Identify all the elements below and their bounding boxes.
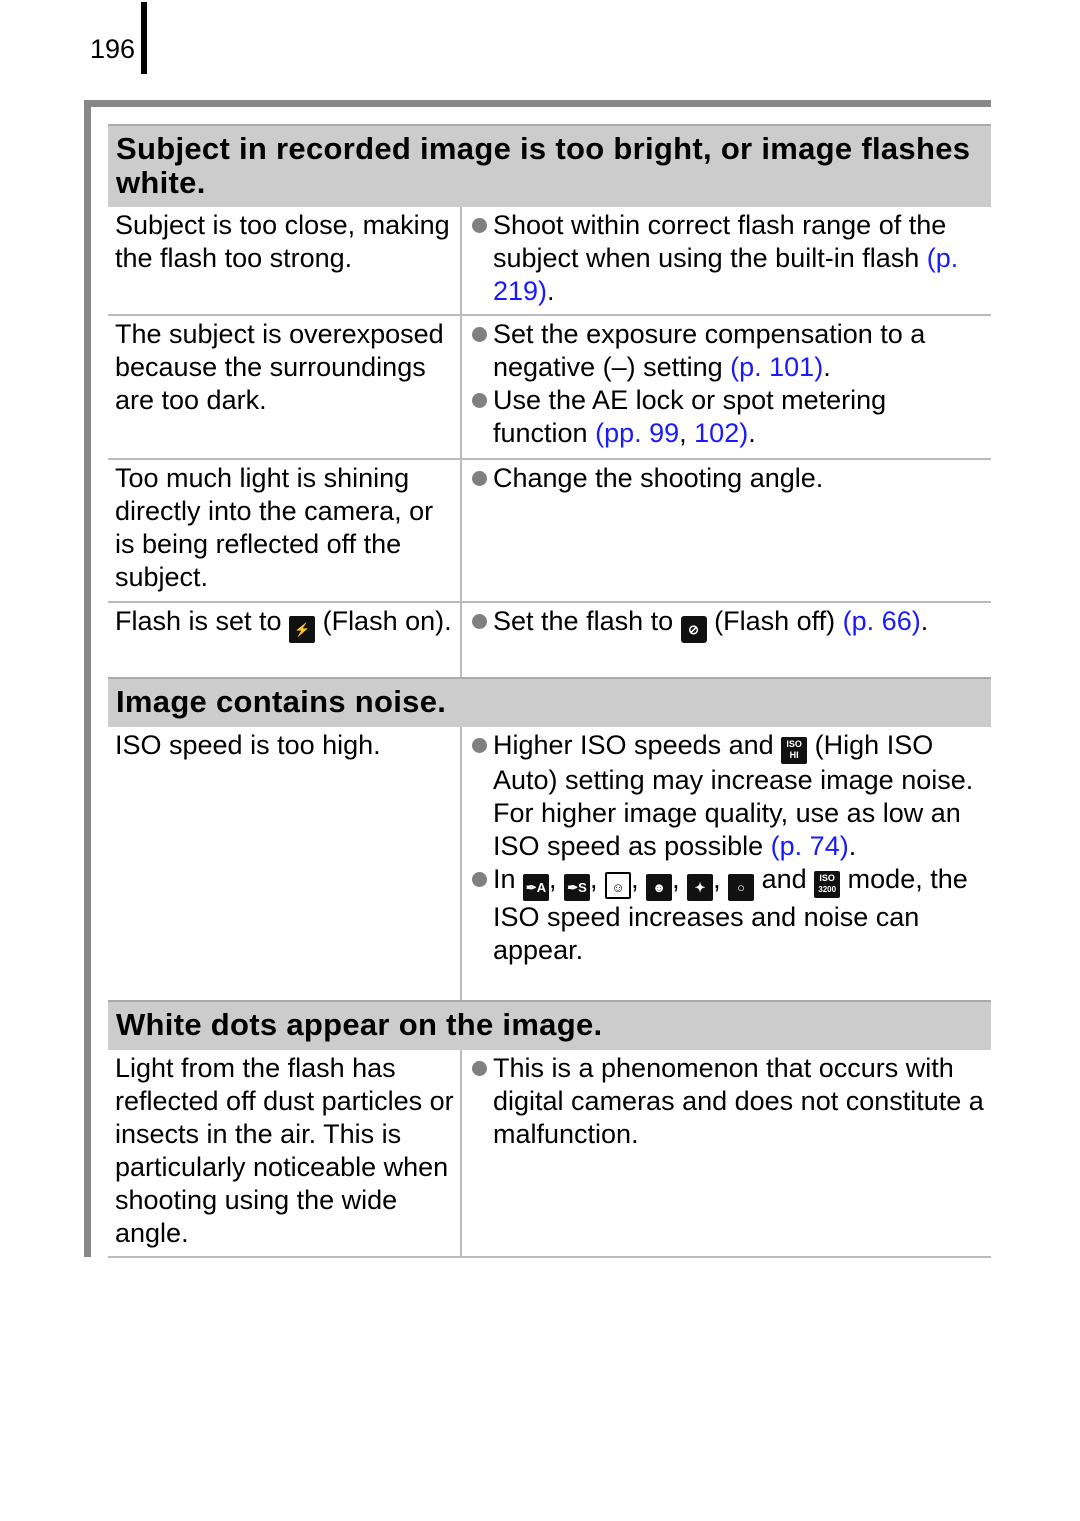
bullet-icon bbox=[472, 738, 487, 753]
cause-cell: ISO speed is too high. bbox=[108, 727, 462, 1000]
solution-text: and bbox=[754, 864, 815, 894]
punctuation: , bbox=[679, 418, 695, 448]
bullet-icon bbox=[472, 614, 487, 629]
solution-text: Shoot within correct flash range of the … bbox=[493, 210, 947, 273]
party-icon: ✦ bbox=[687, 874, 714, 901]
section-heading-too-bright: Subject in recorded image is too bright,… bbox=[108, 124, 991, 207]
frame-left-bar bbox=[84, 100, 91, 1257]
solution-item: This is a phenomenon that occurs with di… bbox=[472, 1052, 985, 1151]
icon-label: A bbox=[536, 880, 547, 895]
bullet-icon bbox=[472, 218, 487, 233]
solution-text: Change the shooting angle. bbox=[493, 463, 824, 493]
solution-item: Shoot within correct flash range of the … bbox=[472, 209, 985, 308]
solution-item: In ✒A, ✒S, ☺, ☻, ✦, ○ and ISO 3200 mode, … bbox=[472, 863, 985, 967]
icon-label: 3200 bbox=[818, 885, 837, 894]
table-row: Flash is set to ⚡ (Flash on). Set the fl… bbox=[108, 603, 991, 677]
flash-on-icon: ⚡ bbox=[289, 616, 316, 643]
table-row: Too much light is shining directly into … bbox=[108, 460, 991, 603]
solution-text: Set the exposure compensation to a negat… bbox=[493, 319, 926, 382]
solution-cell: Change the shooting angle. bbox=[462, 460, 991, 601]
punctuation: . bbox=[748, 418, 756, 448]
punctuation: . bbox=[848, 831, 857, 861]
solution-text: This is a phenomenon that occurs with di… bbox=[493, 1053, 984, 1149]
cause-cell: Too much light is shining directly into … bbox=[108, 460, 462, 601]
kids-pets-auto-icon: ✒A bbox=[523, 874, 550, 901]
page-number-rule bbox=[141, 2, 147, 74]
solution-cell: Shoot within correct flash range of the … bbox=[462, 207, 991, 314]
cause-cell: Subject is too close, making the flash t… bbox=[108, 207, 462, 314]
solution-cell: Higher ISO speeds and ISO HI (High ISO Au… bbox=[462, 727, 991, 1000]
cause-cell: Light from the flash has reflected off d… bbox=[108, 1050, 462, 1256]
cause-text: Flash is set to bbox=[115, 606, 290, 636]
bullet-icon bbox=[472, 393, 487, 408]
icon-label: ISO bbox=[819, 873, 835, 883]
solution-item: Change the shooting angle. bbox=[472, 462, 985, 495]
iso-3200-icon: ISO 3200 bbox=[814, 871, 841, 898]
solution-cell: Set the flash to ⊘ (Flash off) (p. 66). bbox=[462, 603, 991, 677]
solution-text: In bbox=[493, 864, 524, 894]
indoor-icon: ☻ bbox=[646, 874, 673, 901]
page-link[interactable]: (p. 74) bbox=[771, 831, 849, 861]
page-link[interactable]: (pp. 99 bbox=[595, 418, 679, 448]
punctuation: . bbox=[920, 606, 929, 636]
punctuation: . bbox=[823, 352, 831, 382]
frame-top-bar bbox=[84, 100, 991, 107]
troubleshooting-table: Subject in recorded image is too bright,… bbox=[108, 124, 991, 1258]
solution-item: Higher ISO speeds and ISO HI (High ISO Au… bbox=[472, 729, 985, 863]
solution-text: Higher ISO speeds and bbox=[493, 730, 782, 760]
punctuation: . bbox=[547, 276, 555, 306]
bullet-icon bbox=[472, 1061, 487, 1076]
solution-item: Set the flash to ⊘ (Flash off) (p. 66). bbox=[472, 605, 985, 643]
section-heading-noise: Image contains noise. bbox=[108, 677, 991, 727]
table-row: ISO speed is too high. Higher ISO speeds… bbox=[108, 727, 991, 1000]
icon-label: ISO bbox=[786, 739, 802, 749]
iso-hi-icon: ISO HI bbox=[781, 737, 808, 764]
cause-cell: The subject is overexposed because the s… bbox=[108, 316, 462, 458]
icon-label: S bbox=[578, 880, 587, 895]
kids-pets-slow-icon: ✒S bbox=[564, 874, 591, 901]
table-row: Light from the flash has reflected off d… bbox=[108, 1050, 991, 1258]
flash-off-icon: ⊘ bbox=[680, 616, 707, 643]
table-row: The subject is overexposed because the s… bbox=[108, 316, 991, 460]
cause-text: (Flash on). bbox=[315, 606, 452, 636]
icon-label: HI bbox=[789, 750, 799, 760]
solution-text: Set the flash to bbox=[493, 606, 681, 636]
page-link[interactable]: 102) bbox=[694, 418, 748, 448]
page-number: 196 bbox=[90, 34, 136, 64]
aquarium-icon: ○ bbox=[728, 874, 755, 901]
night-snapshot-icon: ☺ bbox=[605, 872, 632, 899]
cause-cell: Flash is set to ⚡ (Flash on). bbox=[108, 603, 462, 677]
solution-cell: This is a phenomenon that occurs with di… bbox=[462, 1050, 991, 1256]
table-row: Subject is too close, making the flash t… bbox=[108, 207, 991, 316]
solution-text: (Flash off) bbox=[706, 606, 843, 636]
page-link[interactable]: (p. 66) bbox=[843, 606, 921, 636]
solution-item: Use the AE lock or spot metering functio… bbox=[472, 384, 985, 450]
solution-cell: Set the exposure compensation to a negat… bbox=[462, 316, 991, 458]
bullet-icon bbox=[472, 327, 487, 342]
section-heading-white-dots: White dots appear on the image. bbox=[108, 1000, 991, 1050]
page-link[interactable]: (p. 101) bbox=[730, 352, 823, 382]
solution-item: Set the exposure compensation to a negat… bbox=[472, 318, 985, 384]
bullet-icon bbox=[472, 471, 487, 486]
bullet-icon bbox=[472, 872, 487, 887]
